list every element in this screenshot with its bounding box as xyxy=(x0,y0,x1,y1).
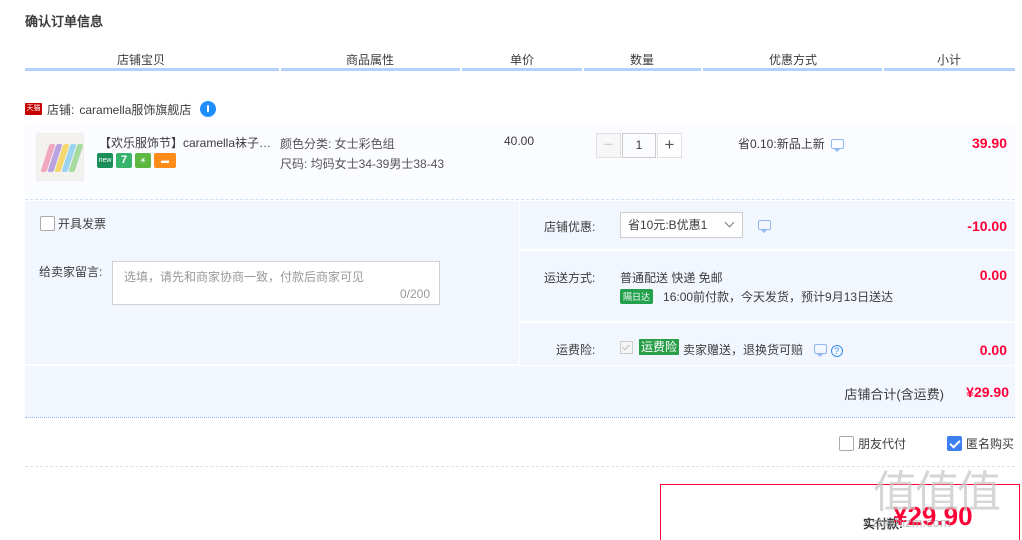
insurance-checkbox xyxy=(620,341,633,354)
order-options-right: 店铺优惠: 省10元:B优惠1 -10.00 运送方式: 普通配送 快递 免邮 … xyxy=(520,201,1015,365)
comment-icon[interactable] xyxy=(830,138,844,152)
shipping-eta: 隔日达 16:00前付款，今天发货，预计9月13日送达 xyxy=(620,288,893,305)
insurance-text: 卖家赠送，退换货可赔 ? xyxy=(683,341,843,358)
invoice-label: 开具发票 xyxy=(58,217,107,231)
item-subtotal: 39.90 xyxy=(971,135,1007,151)
message-counter: 0/200 xyxy=(399,287,430,301)
col-item: 店铺宝贝 xyxy=(117,53,166,67)
shop-total-row: 店铺合计(含运费) ¥29.90 xyxy=(25,366,1015,418)
product-thumbnail[interactable] xyxy=(36,133,84,181)
col-divider xyxy=(703,68,882,71)
message-placeholder: 选填，请先和商家协商一致，付款后商家可见 xyxy=(124,270,365,284)
shipping-method: 普通配送 快递 免邮 xyxy=(620,271,723,285)
shop-total-label: 店铺合计(含运费) xyxy=(844,387,944,402)
shop-row: 天猫 店铺: caramella服饰旗舰店 xyxy=(25,100,217,118)
promo-info: 省0.10:新品上新 xyxy=(738,135,844,152)
col-subtotal: 小计 xyxy=(937,53,962,67)
discount-select[interactable]: 省10元:B优惠1 xyxy=(620,212,743,238)
col-props: 商品属性 xyxy=(346,53,395,67)
watermark-url: zhizhizm.com xyxy=(872,515,951,530)
prop-size: 尺码: 均码女士34-39男士38-43 xyxy=(280,157,445,171)
qty-input[interactable]: 1 xyxy=(622,133,656,158)
shipping-insurance-row: 运费险: 运费险 卖家赠送，退换货可赔 ? 0.00 xyxy=(520,323,1015,365)
qty-plus-button[interactable]: + xyxy=(657,133,682,158)
col-divider xyxy=(584,68,701,71)
next-day-badge: 隔日达 xyxy=(620,289,654,304)
watermark-logo: 值值值 xyxy=(873,468,1001,517)
tmall-badge: 天猫 xyxy=(25,103,42,115)
prop-color: 颜色分类: 女士彩色组 xyxy=(280,137,395,151)
credit-card-icon: ▬ xyxy=(154,153,176,168)
discount-label: 店铺优惠: xyxy=(544,220,596,234)
col-divider xyxy=(884,68,1015,71)
product-title-link[interactable]: 【欢乐服饰节】caramella袜子… xyxy=(99,134,275,151)
chat-seller-icon[interactable] xyxy=(200,101,217,117)
chevron-down-icon xyxy=(724,217,735,228)
friend-pay-option[interactable]: 朋友代付 xyxy=(839,435,906,452)
discount-selected: 省10元:B优惠1 xyxy=(628,218,708,232)
comment-icon[interactable] xyxy=(758,220,771,233)
anonymous-purchase-option[interactable]: 匿名购买 xyxy=(947,435,1014,452)
friend-pay-checkbox[interactable] xyxy=(839,436,854,451)
anonymous-label: 匿名购买 xyxy=(966,437,1015,451)
shop-label: 店铺: xyxy=(47,102,75,117)
message-label: 给卖家留言: xyxy=(39,265,103,279)
new-product-icon: new xyxy=(97,153,113,168)
col-unit-price: 单价 xyxy=(510,53,535,67)
quantity-stepper: − 1 + xyxy=(596,133,682,158)
shop-total-amount: ¥29.90 xyxy=(966,384,1009,400)
col-divider xyxy=(462,68,582,71)
page-title: 确认订单信息 xyxy=(25,14,104,29)
shipping-label: 运送方式: xyxy=(544,271,596,285)
message-textarea[interactable]: 选填，请先和商家协商一致，付款后商家可见 0/200 xyxy=(112,261,440,305)
help-icon[interactable]: ? xyxy=(830,345,843,357)
invoice-option[interactable]: 开具发票 xyxy=(40,215,106,232)
promo-text: 省0.10:新品上新 xyxy=(738,137,825,151)
divider xyxy=(25,466,1015,467)
shipping-row: 运送方式: 普通配送 快递 免邮 隔日达 16:00前付款，今天发货，预计9月1… xyxy=(520,251,1015,321)
unit-price: 40.00 xyxy=(504,134,535,148)
insurance-amount: 0.00 xyxy=(979,342,1007,358)
order-options-left: 开具发票 给卖家留言: 选填，请先和商家协商一致，付款后商家可见 0/200 xyxy=(25,201,519,364)
order-item-row: 【欢乐服饰节】caramella袜子… new 7 ☀ ▬ 颜色分类: 女士彩色… xyxy=(25,124,1015,200)
col-divider xyxy=(25,68,279,71)
column-header: 店铺宝贝 商品属性 单价 数量 优惠方式 小计 xyxy=(25,46,1015,72)
anonymous-checkbox[interactable] xyxy=(947,436,962,451)
discount-amount: -10.00 xyxy=(967,218,1007,234)
shipping-amount: 0.00 xyxy=(979,267,1007,283)
shipping-note: 16:00前付款，今天发货，预计9月13日送达 xyxy=(663,290,894,304)
insurance-desc: 卖家赠送，退换货可赔 xyxy=(683,343,804,357)
col-divider xyxy=(281,68,460,71)
comment-icon[interactable] xyxy=(814,344,828,357)
guarantee-icon: ☀ xyxy=(135,153,151,168)
friend-pay-label: 朋友代付 xyxy=(858,437,907,451)
shop-name-link[interactable]: caramella服饰旗舰店 xyxy=(79,101,191,118)
insurance-label: 运费险: xyxy=(556,343,596,357)
qty-minus-button[interactable]: − xyxy=(596,133,621,158)
insurance-badge: 运费险 xyxy=(639,339,680,355)
shop-discount-row: 店铺优惠: 省10元:B优惠1 -10.00 xyxy=(520,201,1015,249)
col-quantity: 数量 xyxy=(630,53,655,67)
seven-day-return-icon: 7 xyxy=(116,153,132,168)
invoice-checkbox[interactable] xyxy=(40,216,55,231)
service-icons: new 7 ☀ ▬ xyxy=(97,153,176,168)
col-promo: 优惠方式 xyxy=(769,53,818,67)
